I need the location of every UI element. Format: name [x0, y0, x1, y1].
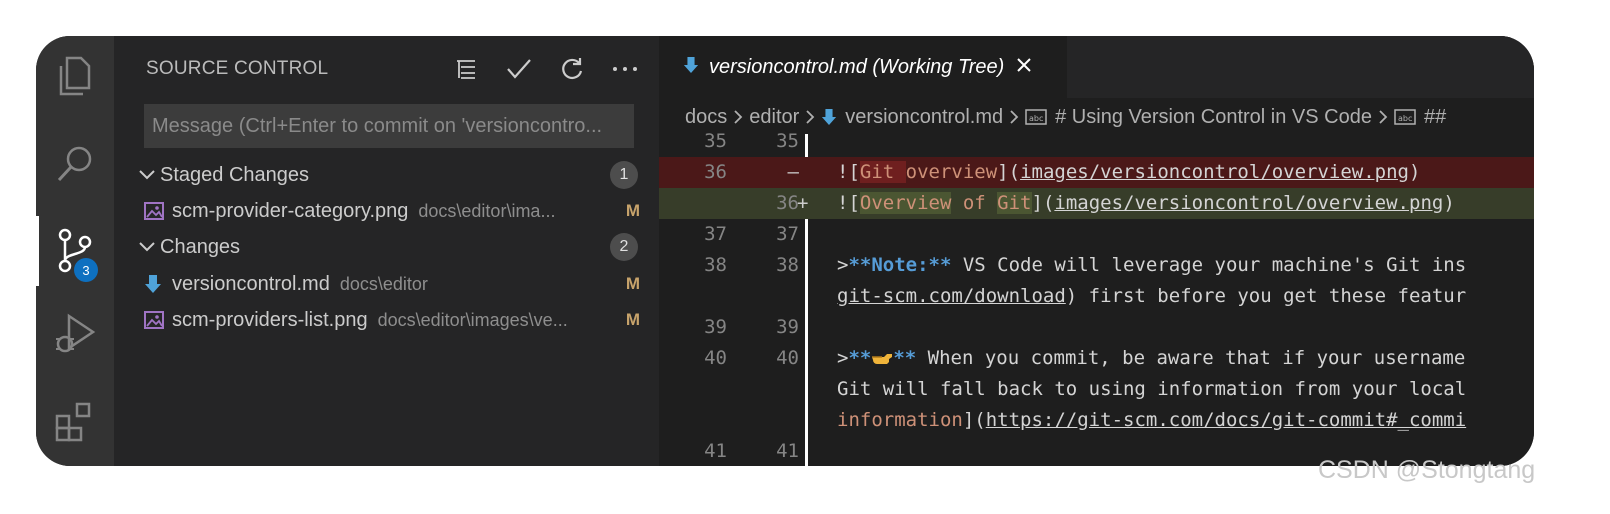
file-path: docs\editor\images\ve...	[377, 309, 568, 330]
run-debug-icon[interactable]	[36, 294, 114, 374]
line-number-right: 40	[776, 347, 799, 369]
line-number-left: 39	[704, 316, 727, 338]
search-icon[interactable]	[36, 124, 114, 204]
code-text: >**Note:** VS Code will leverage your ma…	[837, 254, 1467, 276]
chevron-right-icon	[805, 109, 815, 125]
markdown-file-icon	[683, 55, 699, 79]
more-actions-icon[interactable]	[598, 50, 651, 88]
string-symbol-icon: abc	[1394, 109, 1416, 125]
changes-count-badge: 2	[610, 233, 638, 261]
chevron-down-icon	[134, 242, 160, 252]
line-number-left: 41	[704, 440, 727, 462]
code-line: 37 37	[659, 219, 1534, 250]
code-line-deleted: 36 — ![Git overview](images/versioncontr…	[659, 157, 1534, 188]
scm-badge: 3	[74, 258, 98, 282]
chevron-right-icon	[1009, 109, 1019, 125]
code-line-inserted: 36 + ![Overview of Git](images/versionco…	[659, 188, 1534, 219]
changes-file-item[interactable]: scm-providers-list.png docs\editor\image…	[144, 303, 644, 337]
code-text: ![Overview of Git](images/versioncontrol…	[837, 192, 1455, 214]
staged-file-item[interactable]: scm-provider-category.png docs\editor\im…	[144, 194, 644, 228]
watermark: CSDN @Stongtang	[1318, 456, 1536, 484]
activity-bar: 3	[36, 36, 114, 466]
refresh-icon[interactable]	[545, 50, 598, 88]
code-text: ![Git overview](images/versioncontrol/ov…	[837, 161, 1421, 183]
staged-changes-header[interactable]: Staged Changes 1	[134, 158, 644, 192]
code-line: 40 40 >** ** When you commit, be aware th…	[659, 343, 1534, 374]
line-number-left: 37	[704, 223, 727, 245]
line-number-right: 38	[776, 254, 799, 276]
view-as-tree-icon[interactable]	[439, 50, 492, 88]
changes-file-item[interactable]: versioncontrol.md docs\editor M	[144, 267, 644, 301]
code-line-wrapped: Git will fall back to using information …	[659, 374, 1534, 405]
line-number-right: 36	[776, 192, 799, 214]
close-icon[interactable]	[1016, 57, 1032, 77]
chevron-right-icon	[1378, 109, 1388, 125]
extensions-icon[interactable]	[36, 382, 114, 462]
code-line-wrapped: information](https://git-scm.com/docs/gi…	[659, 405, 1534, 436]
tab-bar: versioncontrol.md (Working Tree)	[659, 36, 1534, 98]
tab-versioncontrol-diff[interactable]: versioncontrol.md (Working Tree)	[659, 36, 1067, 98]
svg-text:abc: abc	[1398, 114, 1412, 123]
changes-header[interactable]: Changes 2	[134, 230, 644, 264]
code-text: Git will fall back to using information …	[837, 378, 1467, 400]
file-status: M	[625, 310, 640, 329]
commit-check-icon[interactable]	[492, 50, 545, 88]
tab-label: versioncontrol.md (Working Tree)	[709, 55, 1005, 78]
code-line: 38 38 >**Note:** VS Code will leverage y…	[659, 250, 1534, 281]
commit-message-input[interactable]: Message (Ctrl+Enter to commit on 'versio…	[144, 104, 634, 148]
line-number-left: 40	[704, 347, 727, 369]
file-name: scm-providers-list.png	[172, 308, 368, 331]
vscode-window: 3 SOURCE CONTROL Message (Ctrl+Enter to …	[36, 36, 1534, 466]
chevron-right-icon	[733, 109, 743, 125]
panel-title: SOURCE CONTROL	[146, 58, 329, 79]
code-text: >** ** When you commit, be aware that if …	[837, 347, 1466, 369]
line-number-right: 35	[776, 130, 799, 152]
staged-count-badge: 1	[610, 161, 638, 189]
panel-toolbar	[439, 50, 651, 88]
code-line: 35 35	[659, 126, 1534, 157]
diff-marker: —	[787, 161, 799, 183]
pointing-hand-icon	[871, 347, 893, 369]
line-number-right: 37	[776, 223, 799, 245]
staged-changes-label: Staged Changes	[160, 163, 310, 186]
line-number-right: 39	[776, 316, 799, 338]
markdown-file-icon	[821, 108, 837, 126]
changes-label: Changes	[160, 235, 241, 258]
file-path: docs\editor	[339, 273, 428, 294]
markdown-file-icon	[144, 274, 172, 294]
code-text: information](https://git-scm.com/docs/gi…	[837, 409, 1467, 431]
code-line: 39 39	[659, 312, 1534, 343]
string-symbol-icon: abc	[1025, 109, 1047, 125]
file-status: M	[625, 201, 640, 220]
source-control-panel: SOURCE CONTROL Message (Ctrl+Enter to co…	[114, 36, 659, 466]
source-control-icon[interactable]: 3	[36, 210, 114, 290]
line-number-right: 41	[776, 440, 799, 462]
file-name: versioncontrol.md	[172, 272, 330, 295]
line-number-left: 38	[704, 254, 727, 276]
line-number-left: 36	[704, 161, 727, 183]
image-file-icon	[144, 202, 172, 220]
diff-marker: +	[797, 192, 809, 214]
explorer-icon[interactable]	[36, 36, 114, 116]
svg-text:abc: abc	[1029, 114, 1043, 123]
code-line-wrapped: git-scm.com/download) first before you g…	[659, 281, 1534, 312]
chevron-down-icon	[134, 170, 160, 180]
file-name: scm-provider-category.png	[172, 199, 409, 222]
line-number-left: 35	[704, 130, 727, 152]
file-path: docs\editor\ima...	[418, 200, 556, 221]
diff-editor: versioncontrol.md (Working Tree) docs ed…	[659, 36, 1534, 466]
file-status: M	[625, 274, 640, 293]
image-file-icon	[144, 311, 172, 329]
code-text: git-scm.com/download) first before you g…	[837, 285, 1467, 307]
